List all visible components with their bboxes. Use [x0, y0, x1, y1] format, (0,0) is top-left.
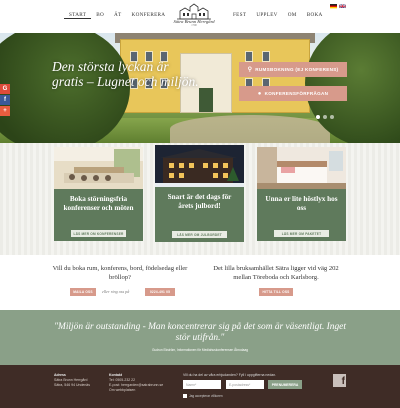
plus-icon: +: [3, 108, 7, 114]
german-flag-icon[interactable]: [330, 4, 337, 9]
slider-dot[interactable]: [316, 115, 320, 119]
manor-door: [199, 88, 213, 112]
slider-dot[interactable]: [330, 115, 334, 119]
facebook-icon[interactable]: f: [333, 374, 346, 387]
conference-room-image: [54, 147, 143, 189]
nav-boka[interactable]: BOKA: [302, 12, 328, 18]
find-us-button[interactable]: HITTA TILL OSS: [259, 288, 293, 296]
nav-konferera[interactable]: KONFERERA: [127, 12, 171, 19]
location-text: Det lilla bruksamhället Sätra ligger vid…: [213, 265, 339, 281]
users-icon: ●: [257, 90, 262, 97]
footer-contact: Kontakt Tel: 0505-232 22 E-post: herrgar…: [109, 373, 164, 393]
logo-year: 1700: [191, 24, 197, 27]
read-more-christmas-button[interactable]: LÄS MER OM JULBORDET: [172, 231, 227, 238]
hero-title: Den största lyckan är gratis – Lugnet oc…: [52, 59, 199, 89]
consent-checkbox[interactable]: Jag accepterar villkoren: [183, 394, 223, 398]
room-booking-button[interactable]: ⚲ RUMSBOKNING (EJ KONFERENS): [239, 62, 347, 77]
card-title: Snart är det dags för årets julbord!: [167, 193, 232, 210]
nav-upplev[interactable]: UPPLEV: [251, 12, 282, 18]
google-share-button[interactable]: G: [0, 84, 10, 94]
site-header: START BO ÄT KONFERERA Sätra Brunn Herrgå…: [0, 0, 400, 33]
facebook-share-button[interactable]: f: [0, 95, 10, 105]
nav-fest[interactable]: FEST: [228, 12, 251, 18]
christmas-manor-image: [155, 145, 244, 187]
read-more-package-button[interactable]: LÄS MER OM PAKETET: [274, 230, 329, 237]
nav-at[interactable]: ÄT: [109, 12, 127, 19]
or-call-text: eller ring oss på: [102, 289, 130, 294]
search-icon: ⚲: [247, 67, 253, 73]
testimonial: "Miljön är outstanding - Man koncentrera…: [0, 310, 400, 365]
testimonial-author: Gudrun Ekström, Informationen för Mediah…: [151, 348, 249, 352]
phone-button[interactable]: 0224-491 05: [145, 288, 175, 296]
read-more-conference-button[interactable]: LÄS MER OM KONFERENSER: [71, 230, 126, 237]
newsletter-name-input[interactable]: Namn*: [183, 380, 221, 389]
language-switcher: [330, 4, 346, 9]
main-nav-right: FEST UPPLEV OM BOKA: [228, 12, 328, 18]
main-nav-left: START BO ÄT KONFERERA: [64, 12, 170, 19]
manor-logo-icon: [177, 3, 211, 20]
hero-slider: Den största lyckan är gratis – Lugnet oc…: [0, 33, 400, 143]
footer-address: Adress Sätra Brunn Herrgård Sätra, 546 9…: [54, 373, 90, 387]
nav-start[interactable]: START: [64, 12, 92, 19]
facebook-icon: f: [4, 97, 6, 103]
hotel-room-image: [257, 147, 346, 189]
uk-flag-icon[interactable]: [339, 4, 346, 9]
nav-bo[interactable]: BO: [91, 12, 109, 19]
newsletter-label: Vill du ha del av våra erbjudanden? Fyll…: [183, 373, 277, 377]
card-conference[interactable]: Boka störningsfria konferenser och möten…: [54, 147, 143, 241]
more-share-button[interactable]: +: [0, 106, 10, 116]
newsletter-email-input[interactable]: E-postadress*: [226, 380, 264, 389]
site-footer: Adress Sätra Brunn Herrgård Sätra, 546 9…: [0, 365, 400, 408]
nav-om[interactable]: OM: [283, 12, 302, 18]
footer-about-site-link[interactable]: Om webbplatsen: [109, 388, 163, 393]
featured-cards: Boka störningsfria konferenser och möten…: [0, 143, 400, 255]
card-autumn-package[interactable]: Unna er lite höstlyx hos oss LÄS MER OM …: [257, 147, 346, 241]
site-logo[interactable]: Sätra Brunn Herrgård 1700: [170, 2, 218, 30]
conference-request-button[interactable]: ● KONFERENSFÖRFRÅGAN: [239, 86, 347, 101]
card-title: Unna er lite höstlyx hos oss: [265, 195, 338, 212]
card-title: Boka störningsfria konferenser och möten: [63, 195, 134, 212]
email-us-button[interactable]: MAILA OSS: [70, 288, 96, 296]
slider-dot[interactable]: [323, 115, 327, 119]
card-christmas[interactable]: Snart är det dags för årets julbord! LÄS…: [155, 145, 244, 242]
google-icon: G: [2, 86, 8, 92]
slider-dots: [316, 115, 334, 119]
subscribe-button[interactable]: PRENUMERERA: [268, 380, 302, 389]
testimonial-quote: "Miljön är outstanding - Man koncentrera…: [54, 322, 346, 343]
booking-question: Vill du boka rum, konferens, bord, födel…: [52, 265, 188, 281]
